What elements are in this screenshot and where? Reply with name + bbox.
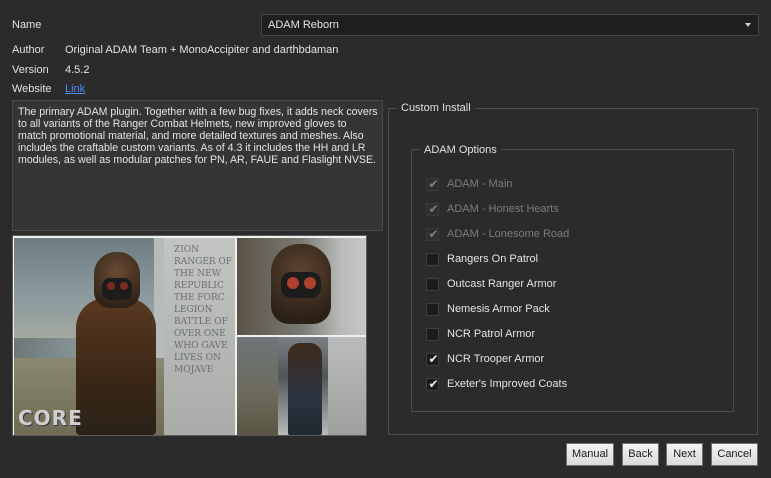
option-row: ✔ ADAM - Honest Hearts	[426, 201, 559, 217]
preview-image-helmet[interactable]	[237, 238, 366, 335]
option-checkbox[interactable]: ✔	[426, 376, 439, 391]
option-checkbox[interactable]	[426, 252, 439, 266]
chevron-down-icon	[745, 23, 751, 27]
cancel-button[interactable]: Cancel	[711, 443, 758, 466]
option-label: ADAM - Main	[447, 178, 513, 190]
option-checkbox: ✔	[426, 226, 439, 241]
preview-image-main[interactable]: ZION RANGER OF THE NEW REPUBLIC THE FORC…	[14, 238, 235, 435]
option-checkbox[interactable]	[426, 277, 439, 291]
description-box[interactable]: The primary ADAM plugin. Together with a…	[12, 100, 383, 231]
manual-button[interactable]: Manual	[566, 443, 614, 466]
author-label: Author	[12, 44, 45, 56]
preview-image-ranger[interactable]	[278, 337, 366, 435]
monument-text: ZION RANGER OF THE NEW REPUBLIC THE FORC…	[174, 245, 233, 375]
option-label: ADAM - Honest Hearts	[447, 203, 559, 215]
preview-image-landscape[interactable]	[237, 337, 278, 435]
option-row[interactable]: Nemesis Armor Pack	[426, 301, 550, 317]
adam-options-title: ADAM Options	[420, 144, 501, 157]
back-button[interactable]: Back	[622, 443, 659, 466]
option-row: ✔ ADAM - Main	[426, 176, 512, 192]
option-row[interactable]: Rangers On Patrol	[426, 251, 538, 267]
option-label: Nemesis Armor Pack	[447, 303, 550, 315]
option-checkbox[interactable]	[426, 302, 439, 316]
version-value: 4.5.2	[65, 64, 90, 76]
name-dropdown[interactable]: ADAM Reborn	[261, 14, 759, 36]
option-checkbox: ✔	[426, 201, 439, 216]
preview-image-panel: ZION RANGER OF THE NEW REPUBLIC THE FORC…	[12, 235, 367, 436]
next-button[interactable]: Next	[666, 443, 703, 466]
name-label: Name	[12, 19, 42, 31]
option-row: ✔ ADAM - Lonesome Road	[426, 226, 569, 242]
author-value: Original ADAM Team + MonoAccipiter and d…	[65, 44, 339, 56]
check-icon: ✔	[428, 351, 439, 366]
website-label: Website	[12, 83, 52, 95]
version-label: Version	[12, 64, 49, 76]
option-label: NCR Patrol Armor	[447, 328, 536, 340]
core-logo: CORE	[18, 406, 83, 430]
check-icon: ✔	[428, 376, 439, 391]
option-row[interactable]: ✔ Exeter's Improved Coats	[426, 376, 567, 392]
option-row[interactable]: Outcast Ranger Armor	[426, 276, 556, 292]
option-label: NCR Trooper Armor	[447, 353, 545, 365]
option-row[interactable]: NCR Patrol Armor	[426, 326, 535, 342]
option-label: Outcast Ranger Armor	[447, 278, 557, 290]
check-icon: ✔	[428, 176, 439, 191]
option-label: ADAM - Lonesome Road	[447, 228, 570, 240]
website-link[interactable]: Link	[65, 82, 85, 96]
option-row[interactable]: ✔ NCR Trooper Armor	[426, 351, 544, 367]
check-icon: ✔	[428, 201, 439, 216]
name-dropdown-value: ADAM Reborn	[268, 19, 339, 31]
option-label: Rangers On Patrol	[447, 253, 539, 265]
option-checkbox: ✔	[426, 176, 439, 191]
option-checkbox[interactable]: ✔	[426, 351, 439, 366]
check-icon: ✔	[428, 226, 439, 241]
custom-install-title: Custom Install	[397, 102, 475, 115]
option-label: Exeter's Improved Coats	[447, 378, 568, 390]
option-checkbox[interactable]	[426, 327, 439, 341]
